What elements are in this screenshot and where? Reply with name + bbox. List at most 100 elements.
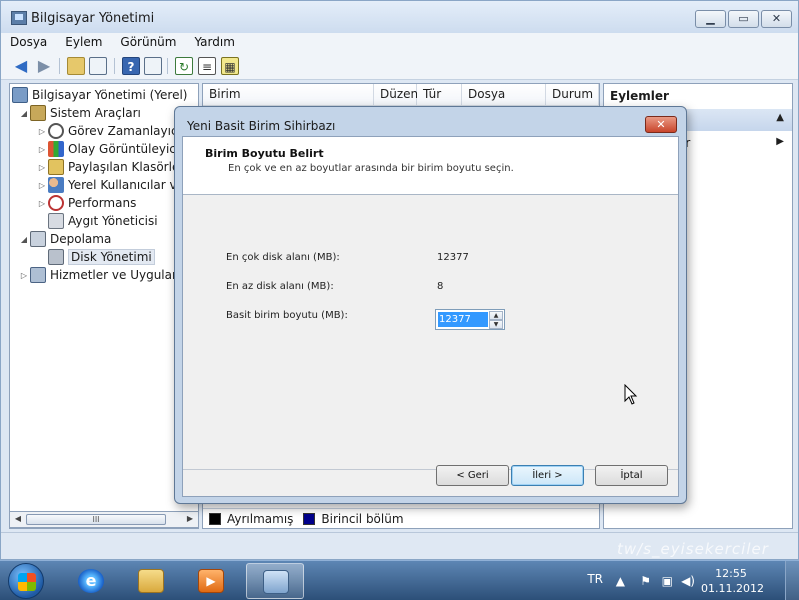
back-arrow-icon[interactable]: ◀ (12, 57, 30, 75)
refresh-icon[interactable]: ↻ (175, 57, 193, 75)
scroll-right-icon[interactable]: ▶ (184, 514, 196, 523)
storage-icon (30, 231, 46, 247)
tree-horizontal-scrollbar[interactable]: ◀ III ▶ (9, 511, 199, 528)
computer-management-icon (263, 570, 289, 594)
tree-item-services[interactable]: ▷ Hizmetler ve Uygulama (18, 266, 191, 284)
properties-icon[interactable]: ≡ (198, 57, 216, 75)
navigation-tree: Bilgisayar Yönetimi (Yerel) ◢ Sistem Ara… (9, 83, 199, 529)
tree-item-computer-management[interactable]: Bilgisayar Yönetimi (Yerel) (12, 86, 187, 104)
tree-item-shared-folders[interactable]: ▷ Paylaşılan Klasörler (36, 158, 184, 176)
forward-arrow-icon[interactable]: ▶ (35, 57, 53, 75)
collapsed-arrow-icon[interactable]: ▷ (36, 163, 48, 172)
show-hidden-icons-icon[interactable]: ▲ (616, 574, 625, 588)
collapsed-arrow-icon[interactable]: ▷ (36, 127, 48, 136)
tree-item-disk-management[interactable]: Disk Yönetimi (48, 248, 155, 266)
dialog-close-button[interactable]: ✕ (645, 116, 677, 133)
toolbar-separator (114, 58, 115, 74)
action-center-flag-icon[interactable]: ⚑ (640, 574, 651, 588)
menu-dosya[interactable]: Dosya (1, 33, 56, 52)
tree-item-storage[interactable]: ◢ Depolama (18, 230, 111, 248)
language-indicator[interactable]: TR (587, 572, 603, 586)
tree-item-task-scheduler[interactable]: ▷ Görev Zamanlayıcı (36, 122, 181, 140)
scroll-thumb[interactable]: III (26, 514, 166, 525)
min-size-value: 8 (437, 281, 444, 292)
help-icon[interactable]: ? (122, 57, 140, 75)
tree-item-device-manager[interactable]: Aygıt Yöneticisi (48, 212, 158, 230)
maximize-button[interactable]: ▭ (728, 10, 759, 28)
show-desktop-button[interactable] (785, 561, 799, 600)
volume-size-input[interactable] (438, 312, 488, 327)
toolbar: ◀ ▶ ? ↻ ≡ ▦ (1, 52, 798, 80)
start-button[interactable] (8, 563, 44, 599)
column-header-durum[interactable]: Durum (546, 84, 599, 106)
taskbar-media-player[interactable]: ▶ (182, 563, 240, 599)
tools-icon (30, 105, 46, 121)
clock-time[interactable]: 12:55 (701, 567, 761, 580)
folder-icon (138, 569, 164, 593)
volume-icon[interactable]: ◀) (681, 574, 695, 588)
dialog-title: Yeni Basit Birim Sihirbazı (187, 119, 336, 133)
taskbar-computer-management[interactable] (246, 563, 304, 599)
menu-eylem[interactable]: Eylem (56, 33, 111, 52)
computer-management-icon (11, 11, 27, 25)
services-icon (30, 267, 46, 283)
column-header-birim[interactable]: Birim (203, 84, 374, 106)
close-button[interactable]: ✕ (761, 10, 792, 28)
window-title: Bilgisayar Yönetimi (31, 11, 155, 26)
show-hide-tree-icon[interactable] (89, 57, 107, 75)
max-size-label: En çok disk alanı (MB): (226, 252, 340, 263)
tree-item-local-users[interactable]: ▷ Yerel Kullanıcılar ve (36, 176, 184, 194)
disk-icon (48, 249, 64, 265)
column-header-duzen[interactable]: Düzen (374, 84, 418, 106)
tree-item-label: Sistem Araçları (50, 106, 141, 120)
tree-item-label: Görev Zamanlayıcı (68, 124, 181, 138)
column-header-dosya-sistemi[interactable]: Dosya Sistemi (462, 84, 546, 122)
users-icon (48, 177, 64, 193)
internet-explorer-icon: e (78, 569, 104, 593)
network-icon[interactable]: ▣ (662, 574, 673, 588)
next-button[interactable]: İleri > (511, 465, 584, 486)
expanded-arrow-icon[interactable]: ◢ (18, 235, 30, 244)
menu-yardim[interactable]: Yardım (185, 33, 243, 52)
scroll-left-icon[interactable]: ◀ (12, 514, 24, 523)
show-hide-action-pane-icon[interactable] (144, 57, 162, 75)
back-button[interactable]: < Geri (436, 465, 509, 486)
menu-gorunum[interactable]: Görünüm (111, 33, 185, 52)
collapse-up-icon[interactable]: ▲ (776, 112, 784, 123)
windows-logo-icon (18, 573, 36, 591)
disk-legend: Ayrılmamış Birincil bölüm (203, 508, 599, 528)
media-player-icon: ▶ (198, 569, 224, 593)
volume-size-stepper[interactable]: ▲ ▼ (435, 309, 505, 330)
collapsed-arrow-icon[interactable]: ▷ (18, 271, 30, 280)
tree-item-label: Aygıt Yöneticisi (68, 214, 158, 228)
mouse-cursor-icon (624, 384, 638, 405)
watermark: tw/s_eyisekerciler (617, 540, 769, 558)
expanded-arrow-icon[interactable]: ◢ (18, 109, 30, 118)
taskbar-windows-explorer[interactable] (122, 563, 180, 599)
disk-settings-icon[interactable]: ▦ (221, 57, 239, 75)
collapsed-arrow-icon[interactable]: ▷ (36, 145, 48, 154)
wizard-description: En çok ve en az boyutlar arasında bir bi… (228, 163, 514, 174)
tree-item-performance[interactable]: ▷ Performans (36, 194, 136, 212)
new-simple-volume-wizard: Yeni Basit Birim Sihirbazı ✕ Birim Boyut… (174, 106, 687, 504)
tree-item-label: Disk Yönetimi (68, 249, 155, 265)
wizard-header: Birim Boyutu Belirt En çok ve en az boyu… (183, 137, 678, 195)
spin-down-icon[interactable]: ▼ (489, 320, 503, 329)
cancel-button[interactable]: İptal (595, 465, 668, 486)
title-bar[interactable]: Bilgisayar Yönetimi ▁ ▭ ✕ (1, 1, 798, 33)
column-header-tur[interactable]: Tür (417, 84, 462, 106)
menu-bar: Dosya Eylem Görünüm Yardım (1, 33, 798, 52)
collapsed-arrow-icon[interactable]: ▷ (36, 199, 48, 208)
tree-item-label: Hizmetler ve Uygulama (50, 268, 192, 282)
tree-item-label: Paylaşılan Klasörler (68, 160, 185, 174)
minimize-button[interactable]: ▁ (695, 10, 726, 28)
taskbar: e ▶ TR ▲ ⚑ ▣ ◀) 12:55 01.11.2012 (0, 560, 799, 600)
taskbar-internet-explorer[interactable]: e (62, 563, 120, 599)
up-folder-icon[interactable] (67, 57, 85, 75)
tree-item-system-tools[interactable]: ◢ Sistem Araçları (18, 104, 141, 122)
clock-date[interactable]: 01.11.2012 (701, 582, 764, 595)
collapsed-arrow-icon[interactable]: ▷ (36, 181, 48, 190)
spin-up-icon[interactable]: ▲ (489, 311, 503, 320)
tree-item-label: Olay Görüntüleyici (68, 142, 180, 156)
tree-item-event-viewer[interactable]: ▷ Olay Görüntüleyici (36, 140, 179, 158)
